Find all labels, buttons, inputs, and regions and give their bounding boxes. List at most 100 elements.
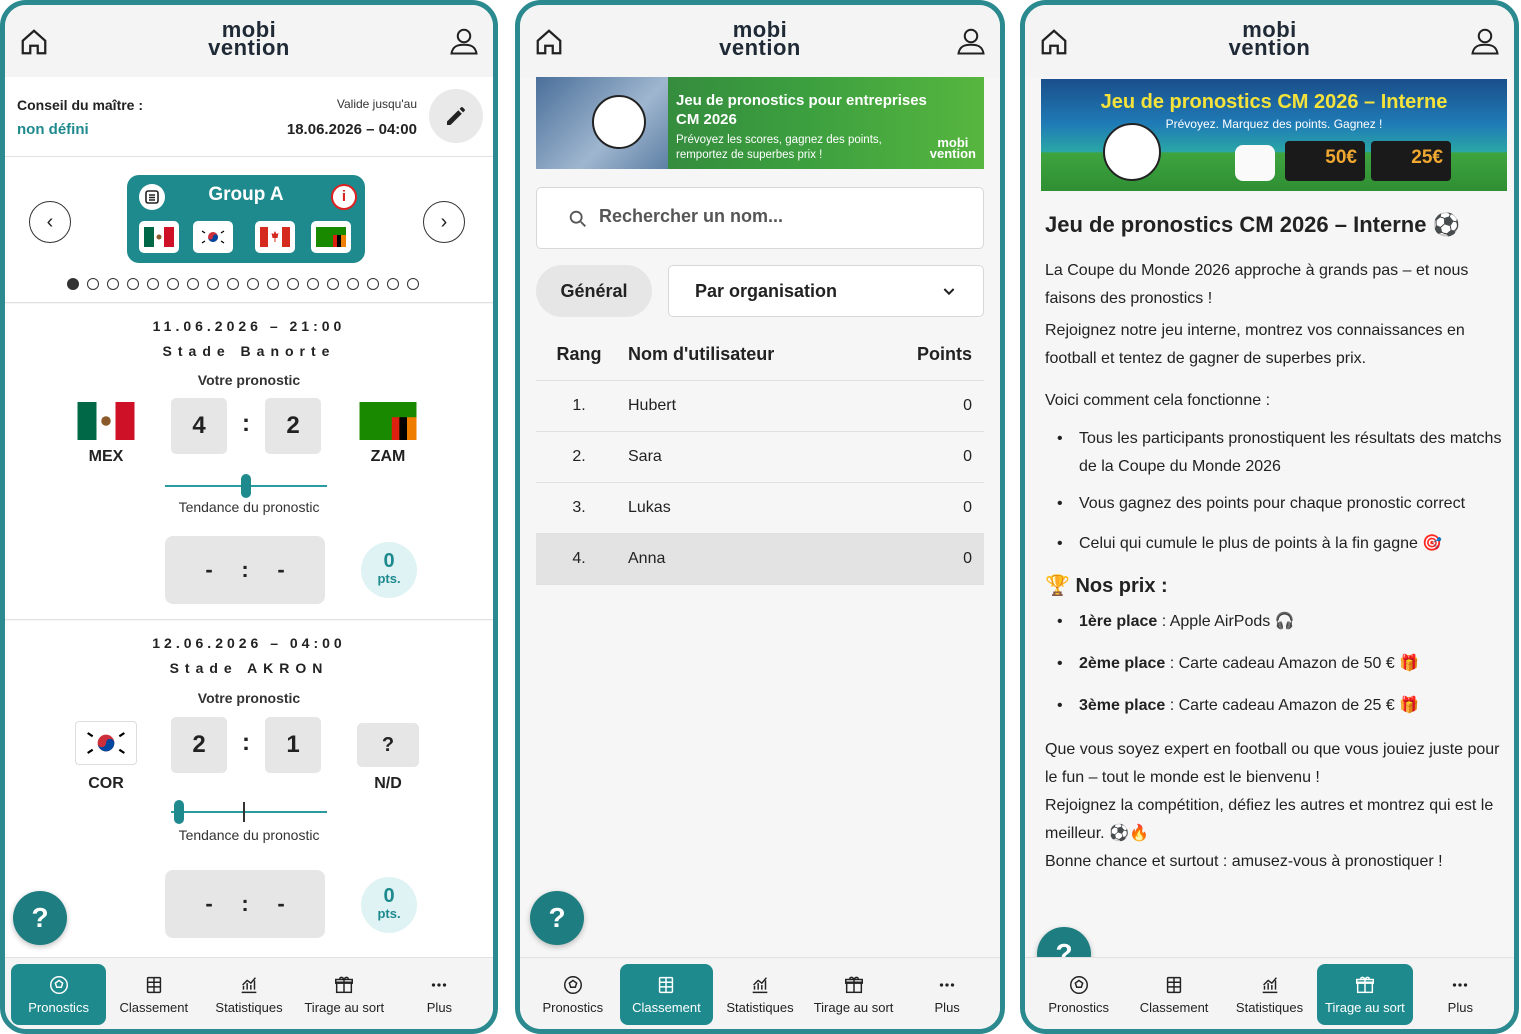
page-dot[interactable] <box>387 278 399 290</box>
help-button[interactable]: ? <box>13 891 67 945</box>
user-icon[interactable] <box>449 25 479 57</box>
help-button[interactable]: ? <box>530 891 584 945</box>
page-dot[interactable] <box>187 278 199 290</box>
list-item: Vous gagnez des points pour chaque prono… <box>1045 490 1505 518</box>
group-card[interactable]: Group A i <box>127 175 365 263</box>
search-input[interactable] <box>599 206 959 227</box>
nav-classement[interactable]: Classement <box>106 964 201 1025</box>
nav-statistiques[interactable]: Statistiques <box>1222 964 1317 1025</box>
page-dot[interactable] <box>87 278 99 290</box>
nav-tirage[interactable]: Tirage au sort <box>1317 964 1413 1025</box>
chevron-down-icon <box>943 288 955 296</box>
home-icon[interactable] <box>534 27 564 57</box>
prizes-title: 🏆 Nos prix : <box>1045 575 1168 597</box>
page-dot[interactable] <box>307 278 319 290</box>
page-dot[interactable] <box>287 278 299 290</box>
nav-plus[interactable]: Plus <box>392 964 487 1025</box>
search-box <box>536 187 984 249</box>
screen-tirage: mobi vention Jeu de pronostics CM 2026 – … <box>1020 0 1519 1034</box>
nav-tirage[interactable]: Tirage au sort <box>297 964 392 1025</box>
nav-pronostics[interactable]: Pronostics <box>11 964 107 1025</box>
away-score-input[interactable]: 1 <box>265 717 321 773</box>
flag-korea-icon <box>75 721 137 765</box>
nav-classement[interactable]: Classement <box>619 964 714 1025</box>
table-row[interactable]: 1. Hubert 0 <box>536 381 984 432</box>
flag-mexico-icon <box>139 221 179 253</box>
nav-pronostics[interactable]: Pronostics <box>1031 964 1126 1025</box>
pencil-icon <box>447 107 465 125</box>
page-dot[interactable] <box>347 278 359 290</box>
nav-statistiques[interactable]: Statistiques <box>713 964 807 1025</box>
page-dot[interactable] <box>367 278 379 290</box>
nav-plus[interactable]: Plus <box>900 964 994 1025</box>
soccer-ball-image <box>1103 123 1161 181</box>
table-row-current-user[interactable]: 4. Anna 0 <box>536 534 984 585</box>
user-icon[interactable] <box>1470 25 1500 57</box>
bottom-nav: Pronostics Classement Statistiques Tirag… <box>5 957 493 1029</box>
away-team-code: ZAM <box>370 448 406 465</box>
page-dot[interactable] <box>207 278 219 290</box>
away-score-input[interactable]: 2 <box>265 398 321 454</box>
trend-slider[interactable] <box>171 811 327 813</box>
valid-until-date: 18.06.2026 – 04:00 <box>286 121 417 138</box>
search-icon <box>569 210 586 227</box>
prev-group-button[interactable]: ‹ <box>29 201 71 243</box>
home-team-code: MEX <box>88 448 124 465</box>
page-dot[interactable] <box>327 278 339 290</box>
home-score-input[interactable]: 4 <box>171 398 227 454</box>
chevron-right-icon: › <box>440 210 448 233</box>
bottom-nav: Pronostics Classement Statistiques Tirag… <box>1025 957 1514 1029</box>
flag-zambia-icon <box>359 402 417 442</box>
page-dot[interactable] <box>127 278 139 290</box>
col-points[interactable]: Points <box>904 344 984 365</box>
banner-subtitle: Prévoyez les scores, gagnez des points, r… <box>676 134 882 161</box>
next-group-button[interactable]: › <box>423 201 465 243</box>
home-icon[interactable] <box>19 27 49 57</box>
home-score-input[interactable]: 2 <box>171 717 227 773</box>
page-dot[interactable] <box>147 278 159 290</box>
page-dot[interactable] <box>107 278 119 290</box>
col-username[interactable]: Nom d'utilisateur <box>622 344 904 365</box>
table-row[interactable]: 3. Lukas 0 <box>536 483 984 534</box>
leaderboard-icon <box>146 976 161 994</box>
trend-slider-knob[interactable] <box>241 474 251 498</box>
col-rank[interactable]: Rang <box>536 344 622 365</box>
row-points: 0 <box>963 397 972 414</box>
table-row[interactable]: 2. Sara 0 <box>536 432 984 483</box>
nav-pronostics[interactable]: Pronostics <box>526 964 620 1025</box>
row-name: Lukas <box>628 499 671 516</box>
nav-tirage[interactable]: Tirage au sort <box>807 964 901 1025</box>
home-icon[interactable] <box>1039 27 1069 57</box>
trend-center-tick <box>243 802 245 822</box>
group-selector: ‹ Group A i › <box>5 157 493 303</box>
page-dot[interactable] <box>247 278 259 290</box>
master-tip-value[interactable]: non défini <box>17 121 89 138</box>
valid-until-label: Valide jusqu'au <box>336 97 417 111</box>
points-value: 0 <box>383 550 395 572</box>
match-card: 11.06.2026 – 21:00 Stade Banorte Votre p… <box>5 304 493 620</box>
trend-slider-knob[interactable] <box>173 800 184 824</box>
organisation-select[interactable]: Par organisation <box>668 265 984 317</box>
edit-button[interactable] <box>429 89 483 143</box>
goodluck-paragraph: Bonne chance et surtout : amusez-vous à … <box>1045 853 1443 870</box>
app-logo: mobi vention <box>1228 17 1311 60</box>
intro-paragraph: La Coupe du Monde 2026 approche à grands… <box>1045 262 1469 307</box>
row-points: 0 <box>963 550 972 567</box>
nav-classement[interactable]: Classement <box>1126 964 1221 1025</box>
user-icon[interactable] <box>956 25 986 57</box>
soccer-ball-icon <box>563 976 582 994</box>
list-item: 2ème place : Carte cadeau Amazon de 50 €… <box>1045 650 1505 678</box>
nav-statistiques[interactable]: Statistiques <box>201 964 296 1025</box>
page-dot[interactable] <box>167 278 179 290</box>
row-points: 0 <box>963 448 972 465</box>
tab-general[interactable]: Général <box>536 265 652 317</box>
page-dot[interactable] <box>267 278 279 290</box>
app-logo: mobi vention <box>208 17 290 60</box>
page-dot[interactable] <box>67 278 79 290</box>
page-dot[interactable] <box>227 278 239 290</box>
info-icon[interactable]: i <box>331 184 357 210</box>
page-dot[interactable] <box>407 278 419 290</box>
match-card: 12.06.2026 – 04:00 Stade AKRON Votre pro… <box>5 621 493 967</box>
screen-pronostics: mobi vention Conseil du maître : non défi… <box>0 0 498 1034</box>
nav-plus[interactable]: Plus <box>1413 964 1508 1025</box>
